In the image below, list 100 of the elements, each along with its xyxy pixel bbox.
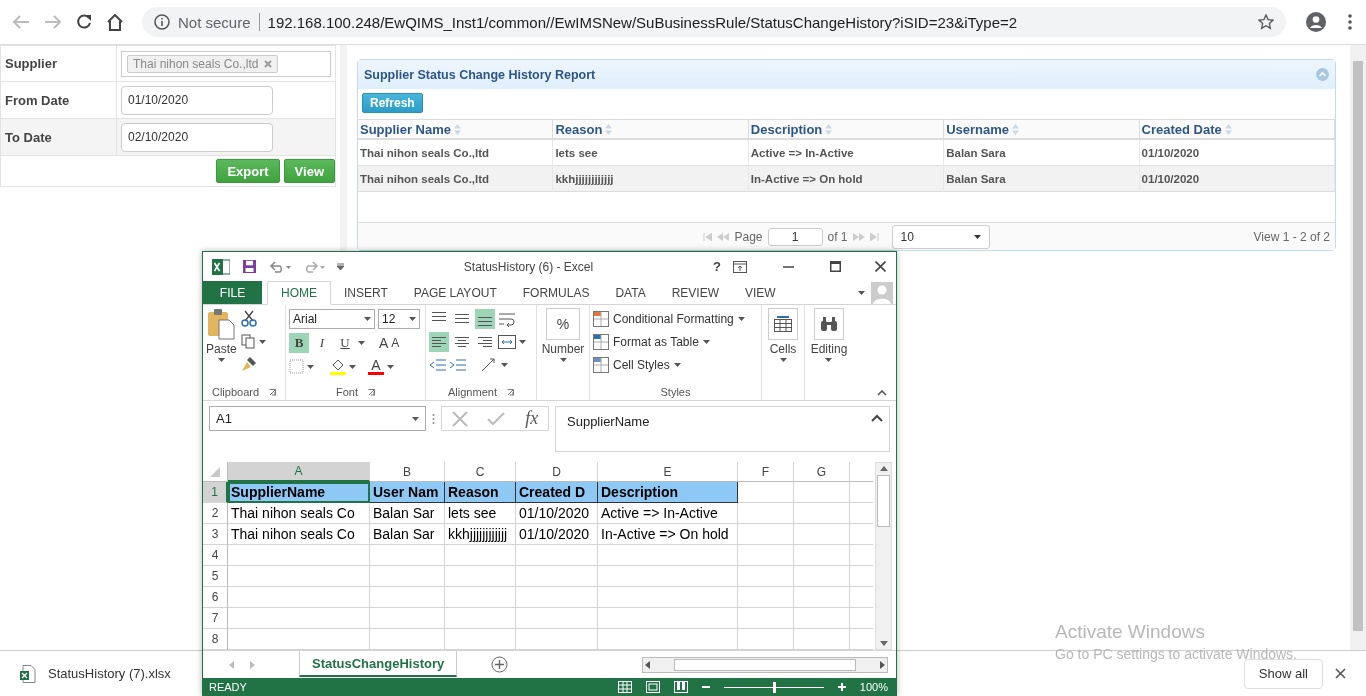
cell[interactable] bbox=[794, 587, 850, 608]
fill-color-icon[interactable] bbox=[330, 358, 346, 375]
cell[interactable] bbox=[738, 629, 794, 650]
sort-icon[interactable] bbox=[1224, 123, 1232, 135]
font-size-select[interactable]: 12 bbox=[378, 308, 420, 329]
collapse-ribbon-icon[interactable] bbox=[877, 390, 887, 396]
reload-icon[interactable] bbox=[76, 14, 92, 30]
star-icon[interactable] bbox=[1258, 14, 1274, 30]
scroll-up-icon[interactable] bbox=[879, 466, 888, 471]
dialog-launcher-icon[interactable] bbox=[269, 388, 277, 396]
cell[interactable]: Balan Sar bbox=[370, 503, 445, 524]
cell[interactable]: kkhjjjjjjjjjjjj bbox=[445, 524, 516, 545]
align-bottom-button[interactable] bbox=[475, 308, 495, 329]
minimize-icon[interactable] bbox=[783, 265, 794, 268]
cell[interactable] bbox=[738, 566, 794, 587]
dialog-launcher-icon[interactable] bbox=[506, 388, 514, 396]
scroll-right-icon[interactable] bbox=[880, 660, 885, 669]
home-icon[interactable] bbox=[106, 13, 124, 31]
show-all-button[interactable]: Show all bbox=[1243, 658, 1323, 689]
insert-function-button[interactable]: fx bbox=[525, 408, 539, 429]
cell[interactable] bbox=[598, 545, 738, 566]
cell[interactable]: 01/10/2020 bbox=[516, 524, 598, 545]
cell[interactable]: User Nam bbox=[370, 482, 445, 503]
row-header[interactable]: 5 bbox=[203, 566, 228, 587]
row-header[interactable]: 7 bbox=[203, 608, 228, 629]
cell[interactable]: Active => In-Active bbox=[598, 503, 738, 524]
ribbon-options-icon[interactable] bbox=[733, 260, 747, 273]
cell[interactable] bbox=[516, 629, 598, 650]
row-header[interactable]: 3 bbox=[203, 524, 228, 545]
ribbon-tab[interactable]: PAGE LAYOUT bbox=[400, 282, 510, 304]
page-layout-view-icon[interactable] bbox=[645, 681, 660, 693]
copy-icon[interactable] bbox=[240, 334, 256, 349]
decrease-indent-icon[interactable] bbox=[429, 357, 446, 372]
cell[interactable] bbox=[794, 566, 850, 587]
column-header[interactable]: Created Date bbox=[1139, 119, 1335, 140]
cell[interactable] bbox=[738, 587, 794, 608]
increase-indent-icon[interactable] bbox=[449, 357, 466, 372]
cell[interactable]: Reason bbox=[445, 482, 516, 503]
paste-button[interactable]: Paste bbox=[206, 308, 237, 384]
column-header[interactable]: Reason bbox=[553, 119, 749, 140]
ribbon-tab[interactable]: FILE bbox=[203, 281, 262, 304]
row-header[interactable]: 2 bbox=[203, 503, 228, 524]
undo-icon[interactable] bbox=[269, 260, 291, 273]
font-color-button[interactable]: A bbox=[368, 358, 384, 375]
cell[interactable]: Thai nihon seals Co bbox=[228, 524, 370, 545]
address-bar[interactable]: Not secure 192.168.100.248/EwQIMS_Inst1/common//EwIMSNew/SuBusinessRule/StatusChangeHistory?iSID=23&iType=2 bbox=[142, 7, 1286, 37]
cell[interactable] bbox=[794, 629, 850, 650]
cell[interactable]: Thai nihon seals Co bbox=[228, 503, 370, 524]
cell[interactable] bbox=[598, 587, 738, 608]
wrap-text-icon[interactable] bbox=[498, 310, 516, 327]
cell[interactable] bbox=[516, 608, 598, 629]
column-header[interactable]: Username bbox=[944, 119, 1140, 140]
menu-icon[interactable] bbox=[1348, 14, 1352, 30]
scissors-icon[interactable] bbox=[240, 310, 257, 327]
cell[interactable] bbox=[794, 608, 850, 629]
scroll-down-icon[interactable] bbox=[879, 641, 888, 646]
collapse-icon[interactable] bbox=[1316, 68, 1329, 81]
cell[interactable] bbox=[370, 608, 445, 629]
format-painter-icon[interactable] bbox=[240, 356, 257, 372]
cell[interactable] bbox=[794, 503, 850, 524]
help-button[interactable]: ? bbox=[713, 259, 721, 274]
date-field[interactable]: 01/10/2020 bbox=[121, 85, 273, 115]
next-page-icon[interactable] bbox=[852, 232, 865, 241]
cell[interactable] bbox=[228, 629, 370, 650]
column-header[interactable]: Supplier Name bbox=[358, 119, 554, 140]
column-header[interactable]: E bbox=[598, 462, 738, 482]
last-page-icon[interactable] bbox=[869, 232, 879, 241]
row-header[interactable]: 4 bbox=[203, 545, 228, 566]
ribbon-tab[interactable]: FORMULAS bbox=[509, 282, 603, 304]
customize-icon[interactable] bbox=[337, 263, 344, 270]
scroll-left-icon[interactable] bbox=[645, 660, 650, 669]
styles-menu-button[interactable]: Format as Table bbox=[593, 331, 745, 352]
previous-sheet-icon[interactable] bbox=[229, 660, 234, 669]
align-left-button[interactable] bbox=[429, 331, 449, 352]
cell[interactable] bbox=[598, 629, 738, 650]
spreadsheet-file-icon[interactable] bbox=[20, 664, 36, 683]
excel-logo-icon[interactable] bbox=[212, 258, 230, 275]
cell[interactable]: In-Active => On hold bbox=[598, 524, 738, 545]
format-toggle[interactable]: I bbox=[312, 332, 332, 353]
cell[interactable] bbox=[738, 545, 794, 566]
cell[interactable] bbox=[228, 545, 370, 566]
editing-button[interactable]: Editing bbox=[810, 308, 848, 384]
row-header[interactable]: 1 bbox=[203, 482, 228, 503]
column-header[interactable]: C bbox=[445, 462, 516, 482]
scrollbar-thumb[interactable] bbox=[1353, 61, 1363, 631]
cell[interactable] bbox=[228, 587, 370, 608]
sort-icon[interactable] bbox=[1012, 123, 1020, 135]
sheet-tab[interactable]: StatusChangeHistory bbox=[299, 651, 458, 677]
merge-cells-icon[interactable] bbox=[498, 334, 516, 349]
horizontal-scrollbar[interactable] bbox=[642, 656, 888, 673]
format-toggle[interactable]: U bbox=[335, 332, 355, 353]
cell[interactable] bbox=[445, 566, 516, 587]
cell[interactable] bbox=[598, 608, 738, 629]
close-icon[interactable] bbox=[1335, 668, 1346, 679]
cell[interactable] bbox=[370, 629, 445, 650]
remove-icon[interactable] bbox=[264, 59, 273, 68]
scrollbar[interactable] bbox=[1350, 45, 1366, 650]
borders-icon[interactable] bbox=[289, 359, 304, 374]
cell[interactable]: Created D bbox=[516, 482, 598, 503]
cell[interactable] bbox=[598, 566, 738, 587]
